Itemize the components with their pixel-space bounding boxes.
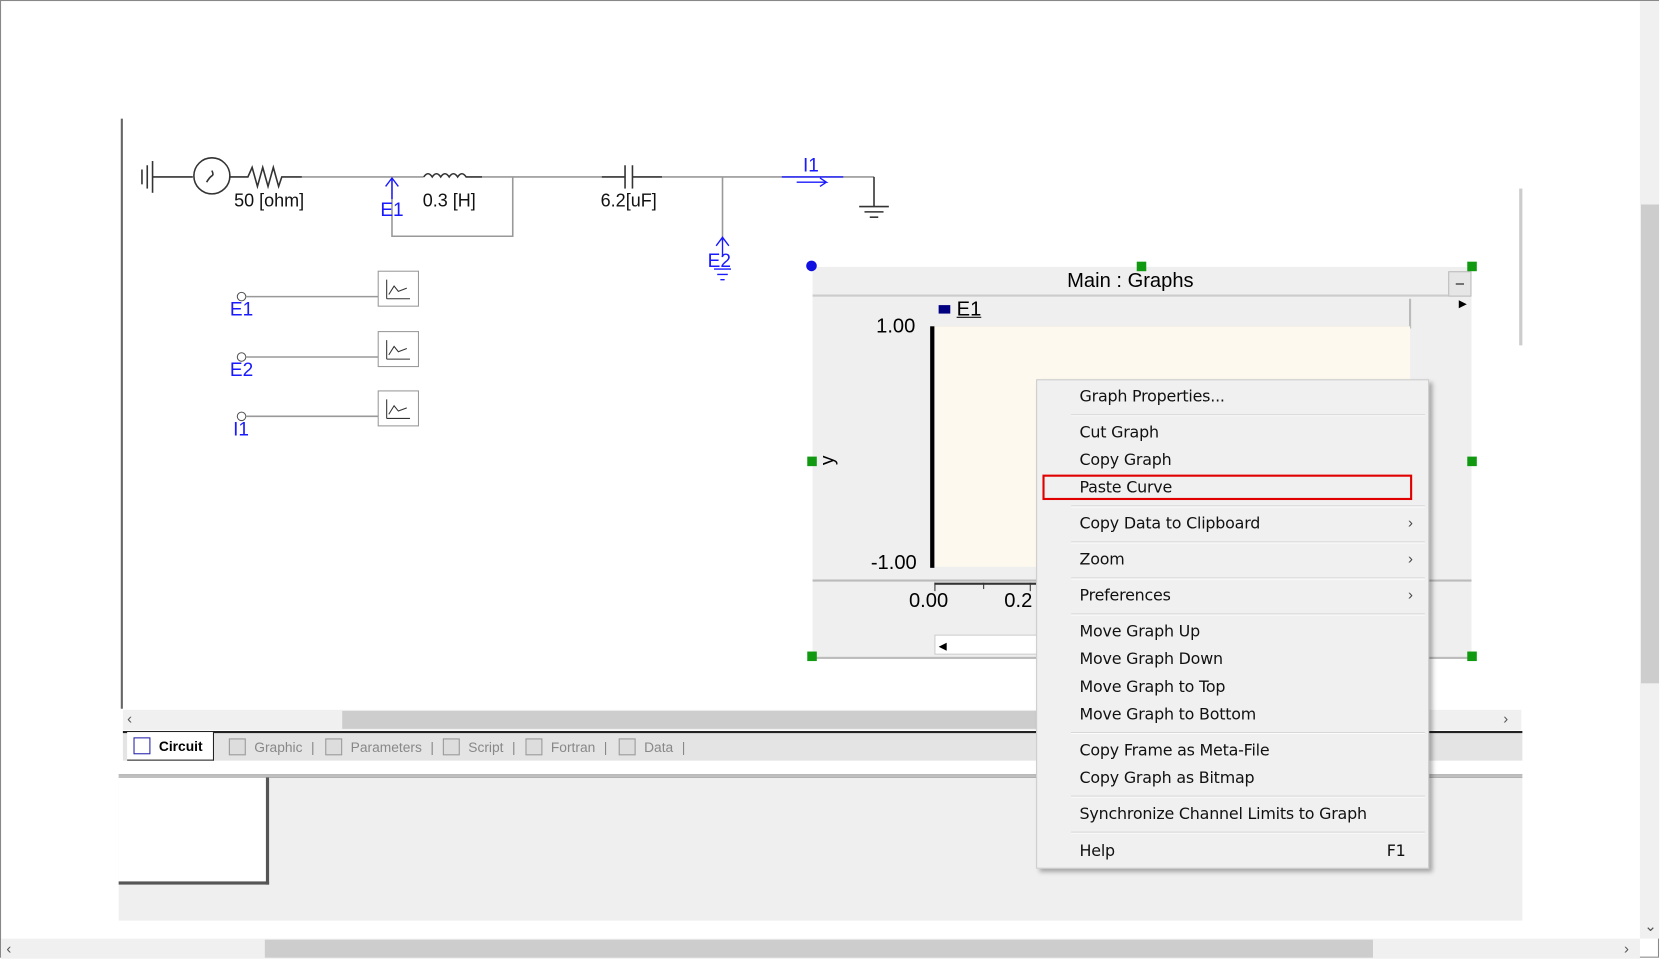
output-subwindow[interactable] <box>118 777 270 885</box>
menu-item-copy-data[interactable]: Copy Data to Clipboard <box>1080 514 1261 533</box>
inductor-label: 0.3 [H] <box>423 191 476 211</box>
tab-fortran[interactable]: Fortran | <box>525 738 607 756</box>
resize-handle <box>807 456 817 467</box>
scroll-left-icon: ◀ <box>938 640 947 653</box>
menu-item-copy-graph[interactable]: Copy Graph <box>1080 450 1172 469</box>
menu-item-move-top[interactable]: Move Graph to Top <box>1080 677 1226 696</box>
scroll-right-arrow[interactable]: › <box>1503 710 1508 727</box>
window-vscroll-thumb[interactable] <box>1641 204 1660 684</box>
resistor-symbol <box>229 164 302 190</box>
resize-handle <box>807 651 817 662</box>
canvas-vscroll-thumb[interactable] <box>1519 188 1523 346</box>
data-icon <box>618 738 636 756</box>
menu-item-copy-bitmap[interactable]: Copy Graph as Bitmap <box>1080 768 1255 787</box>
tab-script[interactable]: Script | <box>442 738 516 756</box>
tab-data[interactable]: Data | <box>618 738 685 756</box>
x-tick-1: 0.2 <box>1004 590 1033 613</box>
x-tick-0: 0.00 <box>908 590 949 613</box>
canvas-hscroll-thumb[interactable] <box>342 710 1084 729</box>
scroll-left-arrow[interactable]: ‹ <box>6 940 11 957</box>
x-axis <box>934 582 1041 585</box>
y-axis-label: y <box>816 455 838 466</box>
fortran-icon <box>525 738 543 756</box>
resize-handle <box>1467 261 1477 272</box>
legend-swatch <box>938 305 951 314</box>
parameters-icon <box>325 738 343 756</box>
scroll-left-arrow[interactable]: ‹ <box>127 710 132 727</box>
ammeter-i1 <box>781 176 844 188</box>
menu-item-graph-properties[interactable]: Graph Properties... <box>1080 387 1225 406</box>
menu-item-move-up[interactable]: Move Graph Up <box>1080 622 1201 641</box>
menu-item-zoom[interactable]: Zoom <box>1080 550 1125 569</box>
submenu-arrow-icon: › <box>1407 549 1413 567</box>
meter-label-e1: E1 <box>380 200 403 221</box>
menu-item-synchronize[interactable]: Synchronize Channel Limits to Graph <box>1080 804 1368 823</box>
plot-block-i1[interactable]: I1 <box>233 390 419 440</box>
resize-handle <box>1136 261 1147 272</box>
menu-item-move-down[interactable]: Move Graph Down <box>1080 649 1224 668</box>
help-shortcut: F1 <box>1386 841 1406 861</box>
menu-item-preferences[interactable]: Preferences <box>1080 586 1171 605</box>
minimize-button[interactable]: – <box>1448 271 1472 297</box>
meter-label-i1: I1 <box>803 156 819 177</box>
y-axis <box>930 326 935 568</box>
window-hscroll-thumb[interactable] <box>264 939 1373 958</box>
menu-item-cut-graph[interactable]: Cut Graph <box>1080 423 1160 442</box>
plot-block-e1[interactable]: E1 <box>230 270 419 321</box>
y-tick-max: 1.00 <box>876 315 916 338</box>
menu-item-copy-metafile[interactable]: Copy Frame as Meta-File <box>1080 741 1270 760</box>
submenu-arrow-icon: › <box>1407 513 1413 531</box>
graphic-icon <box>228 738 246 756</box>
tab-circuit[interactable]: Circuit <box>127 732 215 761</box>
tab-graphic[interactable]: Graphic | <box>228 738 315 756</box>
voltmeter-e1 <box>385 176 399 200</box>
meter-label-e2: E2 <box>708 251 731 272</box>
menu-item-help[interactable]: Help <box>1080 841 1116 860</box>
graph-legend[interactable]: E1 <box>934 298 1412 329</box>
scroll-down-arrow[interactable]: ⌄ <box>1644 917 1656 935</box>
capacitor-label: 6.2[uF] <box>601 191 657 211</box>
resize-handle <box>1467 456 1477 467</box>
legend-label: E1 <box>956 298 982 321</box>
menu-item-paste-curve[interactable]: Paste Curve <box>1080 478 1173 497</box>
plot-block-e2[interactable]: E2 <box>230 331 419 381</box>
y-tick-min: -1.00 <box>870 551 917 575</box>
submenu-arrow-icon: › <box>1407 585 1413 603</box>
circuit-icon <box>133 737 151 755</box>
resistor-label: 50 [ohm] <box>234 191 304 211</box>
scroll-right-icon[interactable]: ▶ <box>1459 299 1467 311</box>
context-menu: Graph Properties... Cut Graph Copy Graph… <box>1036 379 1430 869</box>
anchor-dot[interactable] <box>806 260 817 272</box>
resize-handle <box>1467 651 1477 662</box>
tab-parameters[interactable]: Parameters | <box>325 738 434 756</box>
script-icon <box>442 738 460 756</box>
graph-title: Main : Graphs <box>812 267 1449 297</box>
svg-text:I1: I1 <box>233 419 249 440</box>
menu-item-move-bottom[interactable]: Move Graph to Bottom <box>1080 705 1257 724</box>
svg-text:E1: E1 <box>230 300 253 321</box>
inductor-symbol <box>423 172 483 179</box>
scroll-right-arrow[interactable]: › <box>1624 940 1629 957</box>
svg-text:E2: E2 <box>230 360 253 381</box>
